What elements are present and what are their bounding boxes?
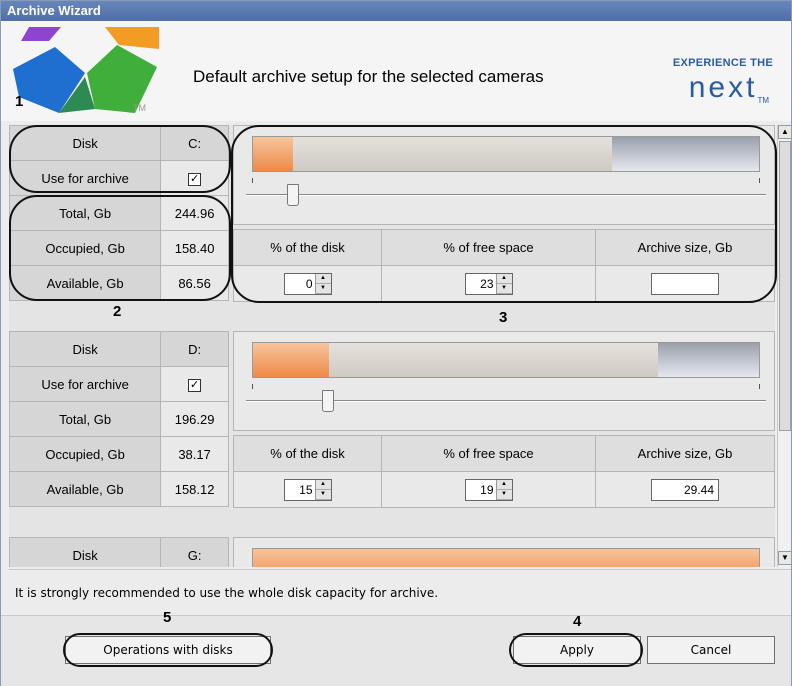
info-bar: It is strongly recommended to use the wh… xyxy=(9,569,791,613)
annotation-2: 2 xyxy=(113,303,122,320)
usage-archive-segment xyxy=(253,549,759,567)
disk-drive-letter: G: xyxy=(160,537,229,567)
disk-usage-bar xyxy=(252,548,760,567)
spin-up-icon[interactable]: ▲ xyxy=(496,479,512,490)
wizard-header: TM Default archive setup for the selecte… xyxy=(1,21,791,121)
annotation-5: 5 xyxy=(163,609,172,626)
archive-settings-table: % of the disk % of free space Archive si… xyxy=(233,435,775,508)
disk-panel-d: Disk D: Use for archive ✓ Total, Gb 196.… xyxy=(9,331,775,511)
spin-down-icon[interactable]: ▼ xyxy=(496,489,512,500)
spin-down-icon[interactable]: ▼ xyxy=(315,489,331,500)
annotation-oval-3 xyxy=(231,125,777,303)
annotation-oval-2 xyxy=(9,195,231,301)
brand-tagline: EXPERIENCE THE xyxy=(672,57,773,69)
total-value: 196.29 xyxy=(160,401,229,437)
disk-properties-table: Disk G: xyxy=(9,537,229,567)
brand-tm: TM xyxy=(757,96,769,105)
annotation-oval-1 xyxy=(9,125,231,193)
annotation-oval-5 xyxy=(63,633,273,667)
pct-free-stepper[interactable]: 19 ▲ ▼ xyxy=(464,478,513,501)
archive-slider-thumb[interactable] xyxy=(322,390,335,412)
archive-size-field[interactable]: 29.44 xyxy=(651,478,719,501)
disk-usage-bar xyxy=(252,342,760,378)
page-title: Default archive setup for the selected c… xyxy=(193,67,544,86)
available-label: Available, Gb xyxy=(9,471,162,507)
archive-wizard-window: Archive Wizard TM Default archive setup … xyxy=(0,0,792,686)
usage-bar-box xyxy=(233,537,775,567)
slider-tick-left xyxy=(252,384,253,389)
spin-up-icon[interactable]: ▲ xyxy=(315,479,331,490)
use-for-archive-label: Use for archive xyxy=(9,366,162,402)
scroll-down-icon[interactable]: ▼ xyxy=(778,551,792,565)
scrollbar-thumb[interactable] xyxy=(779,141,791,431)
brand-name-text: next xyxy=(688,71,758,104)
pct-disk-stepper[interactable]: 15 ▲ ▼ xyxy=(283,478,332,501)
total-label: Total, Gb xyxy=(9,401,162,437)
disk-label: Disk xyxy=(9,331,162,367)
scroll-up-icon[interactable]: ▲ xyxy=(778,125,792,139)
available-value: 158.12 xyxy=(160,471,229,507)
disk-properties-table: Disk D: Use for archive ✓ Total, Gb 196.… xyxy=(9,331,229,507)
usage-archive-segment xyxy=(253,343,329,377)
disk-drive-letter: D: xyxy=(160,331,229,367)
pct-free-value[interactable]: 19 xyxy=(466,480,496,500)
disk-panel-g: Disk G: xyxy=(9,537,775,567)
svg-text:TM: TM xyxy=(133,103,146,113)
disk-usage-panel xyxy=(233,537,775,567)
pct-free-header: % of free space xyxy=(381,435,596,472)
pct-disk-value[interactable]: 15 xyxy=(285,480,315,500)
slider-tick-right xyxy=(759,384,760,389)
annotation-oval-4 xyxy=(509,633,643,667)
archive-size-header: Archive size, Gb xyxy=(595,435,775,472)
annotation-3: 3 xyxy=(499,309,508,326)
disk-label: Disk xyxy=(9,537,162,567)
pct-disk-header: % of the disk xyxy=(233,435,382,472)
disk-usage-panel: % of the disk % of free space Archive si… xyxy=(233,331,775,511)
window-title: Archive Wizard xyxy=(1,1,791,21)
cancel-button[interactable]: Cancel xyxy=(647,636,775,664)
recommendation-text: It is strongly recommended to use the wh… xyxy=(15,586,439,600)
occupied-label: Occupied, Gb xyxy=(9,436,162,472)
logo-icon: TM xyxy=(13,27,159,113)
usage-bar-box xyxy=(233,331,775,431)
use-for-archive-checkbox[interactable]: ✓ xyxy=(188,379,202,392)
occupied-value: 38.17 xyxy=(160,436,229,472)
brand-name: nextTM xyxy=(689,71,769,105)
annotation-1: 1 xyxy=(15,93,24,110)
vertical-scrollbar[interactable]: ▲ ▼ xyxy=(777,125,792,567)
annotation-4: 4 xyxy=(573,613,582,630)
